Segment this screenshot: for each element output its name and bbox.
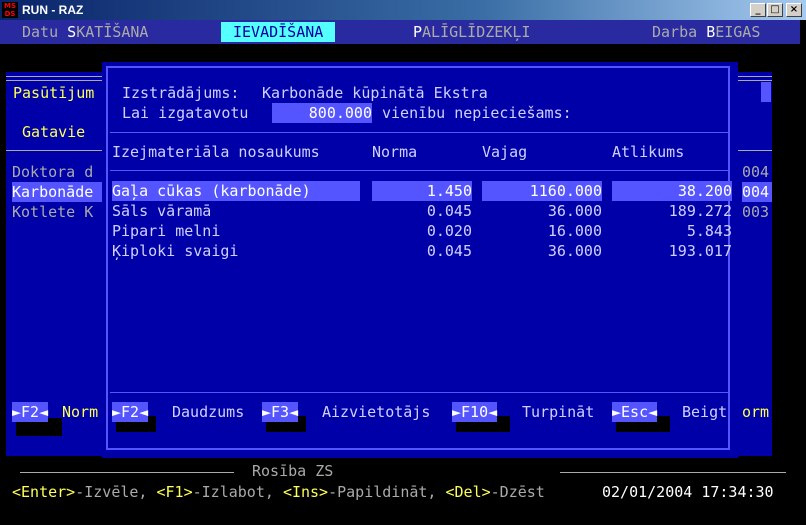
esc-exit-button[interactable]: ►Esc◄ [612,402,658,422]
hint-text: -Izlabot, [192,483,283,501]
hint-text: -Dzēst [490,483,545,501]
cell-name: Ķiploki svaigi [112,242,239,260]
cell-atlikums: 193.017 [668,242,732,260]
menu-label: EIGAS [715,23,761,41]
menu-label: Darba [652,23,707,41]
finished-goods-label: Gatavie [22,123,86,141]
f2-quantity-button[interactable]: ►F2◄ [112,402,149,422]
norm-label: Norm [62,403,99,421]
column-header-norma: Norma [372,143,418,161]
list-item[interactable]: Kotlete K [12,202,93,222]
row-code-selected: 004 [742,182,772,202]
f10-continue-button[interactable]: ►F10◄ [452,402,498,422]
cell-name: Gaļa cūkas (karbonāde) [112,181,360,201]
row-code: 003 [742,203,770,221]
scrollbar-thumb[interactable] [761,82,771,102]
section-label: Rosība ZS [252,462,334,480]
f3-substitute-button[interactable]: ►F3◄ [262,402,299,422]
raw-materials-dialog: Izstrādājums: Karbonāde kūpinātā Ekstra … [102,62,738,458]
column-header-vajag: Vajag [482,143,528,161]
minimize-button[interactable]: _ [750,3,766,17]
menu-label: KATĪŠANA [76,23,149,41]
ins-key-hint: <Ins> [282,483,329,501]
del-key-hint: <Del> [445,483,491,501]
title-bar: MS DS RUN - RAZ _ □ × [0,0,806,20]
window-title: RUN - RAZ [22,3,84,17]
divider [560,472,786,473]
divider [20,472,234,473]
quantity-label: Lai izgatavotu [122,104,249,122]
table-row-selected[interactable]: Gaļa cūkas (karbonāde) 1.450 1160.000 38… [112,181,732,201]
cell-norma: 1.450 [372,181,472,201]
table-row[interactable]: Sāls vāramā 0.045 36.000 189.272 [112,201,732,221]
menu-skatisana[interactable]: Datu SKATĪŠANA [22,22,148,42]
cell-vajag: 36.000 [547,242,602,260]
hint-text: -Papildināt, [328,483,446,501]
menu-bar: Datu SKATĪŠANA IEVADĪŠANA PALĪGLĪDZEKĻI … [0,20,800,44]
table-row[interactable]: Ķiploki svaigi 0.045 36.000 193.017 [112,241,732,261]
norm-label-right: orm [742,403,770,421]
cell-vajag: 1160.000 [482,181,602,201]
cell-name: Sāls vāramā [112,202,212,220]
menu-label: EVADĪŠANA [242,23,324,41]
quantity-input[interactable]: 800.000 [272,103,372,123]
list-item-selected[interactable]: Karbonāde [12,182,102,202]
menu-label: ALĪGLĪDZEKĻI [422,23,531,41]
fkey-label: F10 [461,403,489,421]
menu-hotkey: I [233,23,243,41]
esc-exit-label: Beigt [682,403,728,421]
menu-ievadisana[interactable]: IEVADĪŠANA [221,22,336,42]
menu-paliglidzekli[interactable]: PALĪGLĪDZEKĻI [413,22,530,42]
cell-norma: 0.020 [426,222,472,240]
cell-atlikums: 38.200 [612,181,732,201]
orders-label: Pasūtījum [13,84,95,102]
cell-norma: 0.045 [426,242,472,260]
table-row[interactable]: Pipari melni 0.020 16.000 5.843 [112,221,732,241]
divider [110,170,730,171]
f2-quantity-label: Daudzums [172,403,245,421]
cell-vajag: 36.000 [547,202,602,220]
menu-hotkey: P [413,23,423,41]
datetime: 02/01/2004 17:34:30 [602,483,774,501]
app-icon[interactable]: MS DS [2,2,18,18]
fkey-label: F2 [121,403,140,421]
f2-norm-button[interactable]: ►F2◄ [12,402,49,422]
menu-label: Datu [22,23,68,41]
product-label: Izstrādājums: [122,84,240,102]
fkey-label: Esc [621,403,649,421]
menu-darba-beigas[interactable]: Darba BEIGAS [652,22,760,42]
maximize-button[interactable]: □ [767,3,783,17]
f10-continue-label: Turpināt [522,403,595,421]
quantity-suffix: vienību nepieciešams: [382,104,572,122]
cell-norma: 0.045 [426,202,472,220]
console-area: Datu SKATĪŠANA IEVADĪŠANA PALĪGLĪDZEKĻI … [0,20,806,525]
cell-atlikums: 189.272 [668,202,732,220]
status-bar: <Enter>-Izvēle, <F1>-Izlabot, <Ins>-Papi… [0,482,800,502]
menu-hotkey: B [706,23,716,41]
cell-atlikums: 5.843 [686,222,732,240]
cell-vajag: 16.000 [547,222,602,240]
close-button[interactable]: × [786,3,802,17]
hint-text: -Izvēle, [75,483,157,501]
fkey-label: F2 [21,403,40,421]
menu-hotkey: S [67,23,77,41]
row-code: 004 [742,163,770,181]
cell-name: Pipari melni [112,222,221,240]
divider [110,132,730,133]
product-name: Karbonāde kūpinātā Ekstra [262,84,488,102]
column-header-atlikums: Atlikums [612,143,685,161]
list-item[interactable]: Doktora d [12,162,93,182]
f3-substitute-label: Aizvietotājs [322,403,431,421]
f1-key-hint: <F1> [156,483,193,501]
key-hints: <Enter>-Izvēle, <F1>-Izlabot, <Ins>-Papi… [12,482,545,502]
divider [110,392,730,393]
enter-key-hint: <Enter> [12,483,76,501]
column-header-name: Izejmateriāla nosaukums [112,143,320,161]
fkey-label: F3 [271,403,290,421]
